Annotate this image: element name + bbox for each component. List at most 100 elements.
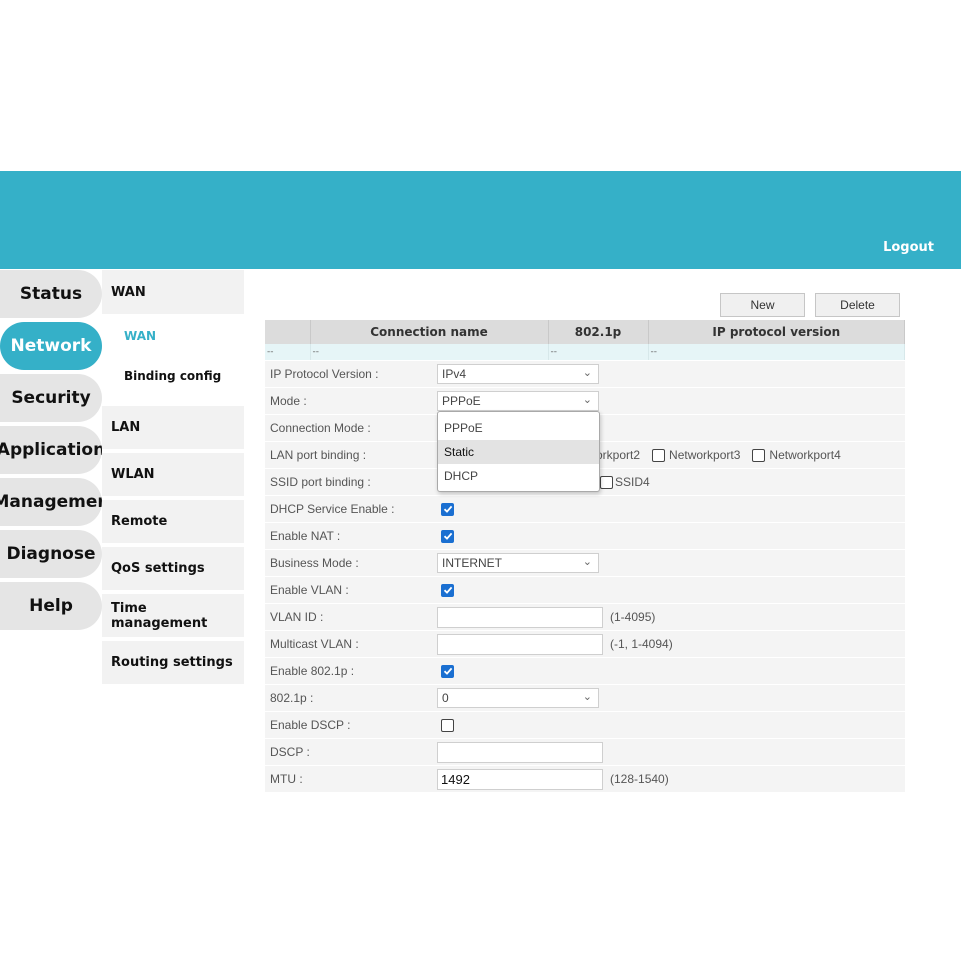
row-dhcp: DHCP Service Enable : <box>265 496 905 523</box>
mode-label: Mode : <box>270 394 307 408</box>
ssid-binding-label: SSID port binding : <box>270 475 371 489</box>
lan-port-label: orkport2 <box>596 448 641 462</box>
row-multicast-vlan: Multicast VLAN : (-1, 1-4094) <box>265 631 905 658</box>
nav-application[interactable]: Application <box>0 426 102 474</box>
new-button[interactable]: New <box>720 293 805 317</box>
table-cell: -- <box>648 344 905 360</box>
nav-status[interactable]: Status <box>0 270 102 318</box>
subnav-binding-config[interactable]: Binding config <box>102 356 244 396</box>
p8021-value: 0 <box>442 691 449 705</box>
ssid4-checkbox[interactable] <box>600 475 613 489</box>
p8021-select[interactable]: 0 ⌄ <box>437 688 599 708</box>
subnav-lan[interactable]: LAN <box>102 406 244 449</box>
row-vlan-enable: Enable VLAN : <box>265 577 905 604</box>
mode-select[interactable]: PPPoE ⌄ <box>437 391 599 411</box>
business-mode-label: Business Mode : <box>270 556 359 570</box>
vlan-enable-label: Enable VLAN : <box>270 583 349 597</box>
ip-protocol-label: IP Protocol Version : <box>270 367 379 381</box>
lan-port-label: Networkport4 <box>769 448 841 462</box>
vlan-id-hint: (1-4095) <box>610 610 656 624</box>
table-header-8021p: 802.1p <box>548 320 649 344</box>
row-business-mode: Business Mode : INTERNET ⌄ <box>265 550 905 577</box>
nav-security[interactable]: Security <box>0 374 102 422</box>
dscp-label: DSCP : <box>270 745 310 759</box>
subnav-routing[interactable]: Routing settings <box>102 641 244 684</box>
lan-port-label: Networkport3 <box>669 448 741 462</box>
multicast-vlan-label: Multicast VLAN : <box>270 637 359 651</box>
nav-help[interactable]: Help <box>0 582 102 630</box>
subnav-remote[interactable]: Remote <box>102 500 244 543</box>
connection-table: Connection name 802.1p IP protocol versi… <box>265 320 905 360</box>
mode-dropdown-list: PPPoE Static DHCP <box>437 411 600 492</box>
ssid-port-label: SSID4 <box>615 475 650 489</box>
row-vlan-id: VLAN ID : (1-4095) <box>265 604 905 631</box>
connection-mode-label: Connection Mode : <box>270 421 371 435</box>
subnav-wan[interactable]: WAN <box>102 270 244 314</box>
subnav-wan-wan[interactable]: WAN <box>102 316 244 356</box>
mode-value: PPPoE <box>442 394 481 408</box>
subnav-wlan[interactable]: WLAN <box>102 453 244 496</box>
lan-port3-checkbox[interactable] <box>652 448 666 462</box>
sub-nav: WAN WAN Binding config LAN WLAN Remote Q… <box>102 270 244 688</box>
dhcp-label: DHCP Service Enable : <box>270 502 395 516</box>
check-icon <box>443 532 452 540</box>
lan-binding-label: LAN port binding : <box>270 448 367 462</box>
row-dscp-enable: Enable DSCP : <box>265 712 905 739</box>
dscp-input[interactable] <box>437 741 603 763</box>
row-mtu: MTU : 1492 (128-1540) <box>265 766 905 793</box>
nav-management[interactable]: Managemen <box>0 478 102 526</box>
multicast-vlan-input[interactable] <box>437 633 603 655</box>
check-icon <box>443 667 452 675</box>
table-row[interactable]: -- -- -- -- <box>265 344 905 360</box>
table-header-row: Connection name 802.1p IP protocol versi… <box>265 320 905 344</box>
button-row: New Delete <box>265 293 905 319</box>
mtu-hint: (128-1540) <box>610 772 669 786</box>
table-cell: -- <box>548 344 649 360</box>
dhcp-checkbox[interactable] <box>441 502 454 516</box>
nat-label: Enable NAT : <box>270 529 341 543</box>
logout-link[interactable]: Logout <box>883 240 934 255</box>
row-nat: Enable NAT : <box>265 523 905 550</box>
ip-protocol-value: IPv4 <box>442 367 467 381</box>
main-nav: Status Network Security Application Mana… <box>0 270 102 634</box>
vlan-id-input[interactable] <box>437 606 603 628</box>
table-header-ip-version: IP protocol version <box>648 320 905 344</box>
multicast-vlan-hint: (-1, 1-4094) <box>610 637 673 651</box>
dscp-checkbox[interactable] <box>441 718 454 732</box>
vlan-id-label: VLAN ID : <box>270 610 324 624</box>
check-icon <box>443 505 452 513</box>
table-cell: -- <box>310 344 549 360</box>
p8021-checkbox[interactable] <box>441 664 454 678</box>
top-banner: Logout <box>0 171 961 269</box>
mtu-label: MTU : <box>270 772 303 786</box>
lan-port4-checkbox[interactable] <box>752 448 766 462</box>
chevron-down-icon: ⌄ <box>582 394 592 406</box>
mtu-input[interactable]: 1492 <box>437 768 603 790</box>
row-8021p-enable: Enable 802.1p : <box>265 658 905 685</box>
table-header-select <box>265 320 311 344</box>
wan-content: New Delete Connection name 802.1p IP pro… <box>265 293 905 793</box>
row-8021p: 802.1p : 0 ⌄ <box>265 685 905 712</box>
dscp-enable-label: Enable DSCP : <box>270 718 351 732</box>
business-mode-select[interactable]: INTERNET ⌄ <box>437 553 599 573</box>
delete-button[interactable]: Delete <box>815 293 900 317</box>
nav-diagnose[interactable]: Diagnose <box>0 530 102 578</box>
ip-protocol-select[interactable]: IPv4 ⌄ <box>437 364 599 384</box>
nat-checkbox[interactable] <box>441 529 454 543</box>
mode-option-pppoe[interactable]: PPPoE <box>438 416 599 440</box>
row-dscp: DSCP : <box>265 739 905 766</box>
p8021-enable-label: Enable 802.1p : <box>270 664 355 678</box>
table-cell: -- <box>265 344 311 360</box>
mode-option-dhcp[interactable]: DHCP <box>438 464 599 488</box>
subnav-qos[interactable]: QoS settings <box>102 547 244 590</box>
chevron-down-icon: ⌄ <box>582 691 592 703</box>
table-header-connection-name: Connection name <box>310 320 549 344</box>
check-icon <box>443 586 452 594</box>
p8021-label: 802.1p : <box>270 691 314 705</box>
chevron-down-icon: ⌄ <box>582 556 592 568</box>
mode-option-static[interactable]: Static <box>438 440 599 464</box>
nav-network[interactable]: Network <box>0 322 102 370</box>
subnav-time-management[interactable]: Time management <box>102 594 244 637</box>
vlan-checkbox[interactable] <box>441 583 454 597</box>
chevron-down-icon: ⌄ <box>582 367 592 379</box>
